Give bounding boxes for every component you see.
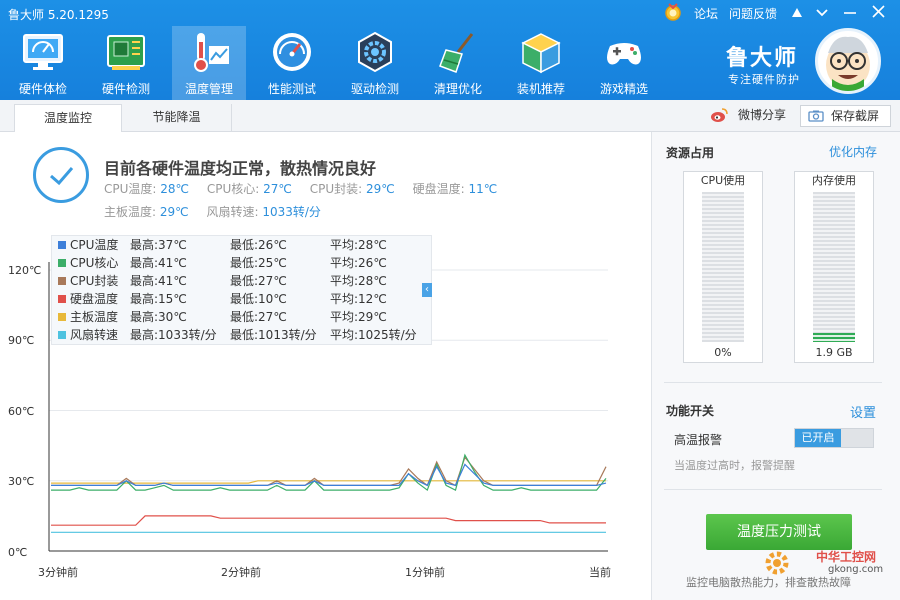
legend-avg: 平均:1025转/分 (330, 328, 417, 342)
save-screenshot-label: 保存截屏 (831, 109, 880, 123)
legend-avg: 平均:28℃ (330, 238, 387, 252)
save-screenshot-button[interactable]: 保存截屏 (800, 105, 891, 127)
legend-low: 最低:26℃ (230, 238, 287, 252)
medal-icon[interactable] (664, 3, 682, 21)
legend-collapse-button[interactable]: ‹ (422, 283, 432, 297)
forum-link[interactable]: 论坛 (694, 5, 718, 22)
series-line (51, 463, 607, 487)
legend-swatch (58, 277, 66, 285)
watermark-site: gkong.com (828, 564, 884, 575)
legend-low: 最低:25℃ (230, 256, 287, 270)
legend-swatch (58, 259, 66, 267)
x-tick-label: 当前 (589, 566, 611, 579)
watermark: 中华工控网 gkong.com (764, 546, 894, 590)
legend-name: CPU核心 (70, 256, 119, 270)
legend-swatch (58, 313, 66, 321)
legend-avg: 平均:28℃ (330, 274, 387, 288)
cpu-usage-bar (702, 192, 744, 342)
settings-link[interactable]: 设置 (850, 402, 876, 421)
app-window: 鲁大师 5.20.1295 论坛 问题反馈 硬件体检 硬件检测 温度管理 性能测… (0, 0, 900, 600)
avatar[interactable] (815, 28, 881, 94)
divider (664, 382, 882, 383)
cpu-usage-value: 0% (714, 346, 732, 359)
weibo-share-button[interactable]: 微博分享 (710, 105, 794, 127)
divider (664, 489, 882, 490)
resources-title: 资源占用 (666, 146, 715, 160)
legend-high: 最高:15℃ (130, 292, 187, 306)
series-line (51, 515, 606, 526)
legend-low: 最低:27℃ (230, 310, 287, 324)
legend-swatch (58, 331, 66, 339)
memory-usage-bar (813, 192, 855, 342)
camera-icon (808, 110, 824, 122)
memory-usage-title: 内存使用 (812, 174, 856, 187)
legend-name: CPU封装 (70, 274, 119, 288)
legend-swatch (58, 295, 66, 303)
x-tick-label: 2分钟前 (221, 566, 261, 579)
high-temp-alarm-label: 高温报警 (674, 433, 723, 447)
legend-name: 硬盘温度 (70, 292, 119, 306)
legend-avg: 平均:29℃ (330, 310, 387, 324)
memory-usage-meter: 内存使用 1.9 GB (794, 171, 874, 363)
watermark-name: 中华工控网 (816, 550, 877, 564)
legend-avg: 平均:12℃ (330, 292, 387, 306)
x-tick-label: 1分钟前 (405, 566, 445, 579)
x-tick-label: 3分钟前 (38, 566, 78, 579)
weibo-share-label: 微博分享 (738, 108, 787, 122)
high-temp-alarm-toggle[interactable]: 已开启 (794, 428, 874, 448)
feedback-link[interactable]: 问题反馈 (729, 5, 777, 22)
legend-low: 最低:1013转/分 (230, 328, 317, 342)
brand-slogan: 专注硬件防护 (728, 73, 800, 86)
stress-test-button[interactable]: 温度压力测试 (706, 514, 852, 550)
brand-name: 鲁大师 (726, 46, 799, 71)
function-switch-title: 功能开关 (666, 404, 715, 418)
weibo-icon (711, 108, 728, 122)
legend-low: 最低:10℃ (230, 292, 287, 306)
legend-swatch (58, 241, 66, 249)
legend-name: CPU温度 (70, 238, 119, 252)
legend-name: 风扇转速 (70, 328, 119, 342)
mascot-face-icon (826, 36, 870, 91)
menu-chevron-icon[interactable] (816, 7, 828, 17)
legend-low: 最低:27℃ (230, 274, 287, 288)
legend-name: 主板温度 (70, 310, 119, 324)
memory-usage-fill (813, 333, 855, 342)
cpu-usage-title: CPU使用 (700, 174, 746, 187)
minimize-icon[interactable] (843, 6, 857, 18)
cpu-usage-meter: CPU使用 0% (683, 171, 763, 363)
legend-high: 最高:41℃ (130, 274, 187, 288)
toggle-on-label: 已开启 (795, 429, 841, 447)
skin-icon[interactable] (790, 6, 804, 18)
legend-high: 最高:37℃ (130, 238, 187, 252)
legend-high: 最高:41℃ (130, 256, 187, 270)
chart-legend: CPU温度 最高:37℃ 最低:26℃ 平均:28℃ CPU核心 最高:41℃ … (51, 235, 432, 345)
legend-high: 最高:1033转/分 (130, 328, 217, 342)
legend-high: 最高:30℃ (130, 310, 187, 324)
legend-avg: 平均:26℃ (330, 256, 387, 270)
memory-usage-value: 1.9 GB (815, 346, 853, 359)
optimize-memory-link[interactable]: 优化内存 (829, 143, 877, 160)
close-icon[interactable] (872, 5, 885, 18)
gear-logo-icon (765, 551, 789, 575)
alarm-description: 当温度过高时，报警提醒 (674, 459, 795, 472)
